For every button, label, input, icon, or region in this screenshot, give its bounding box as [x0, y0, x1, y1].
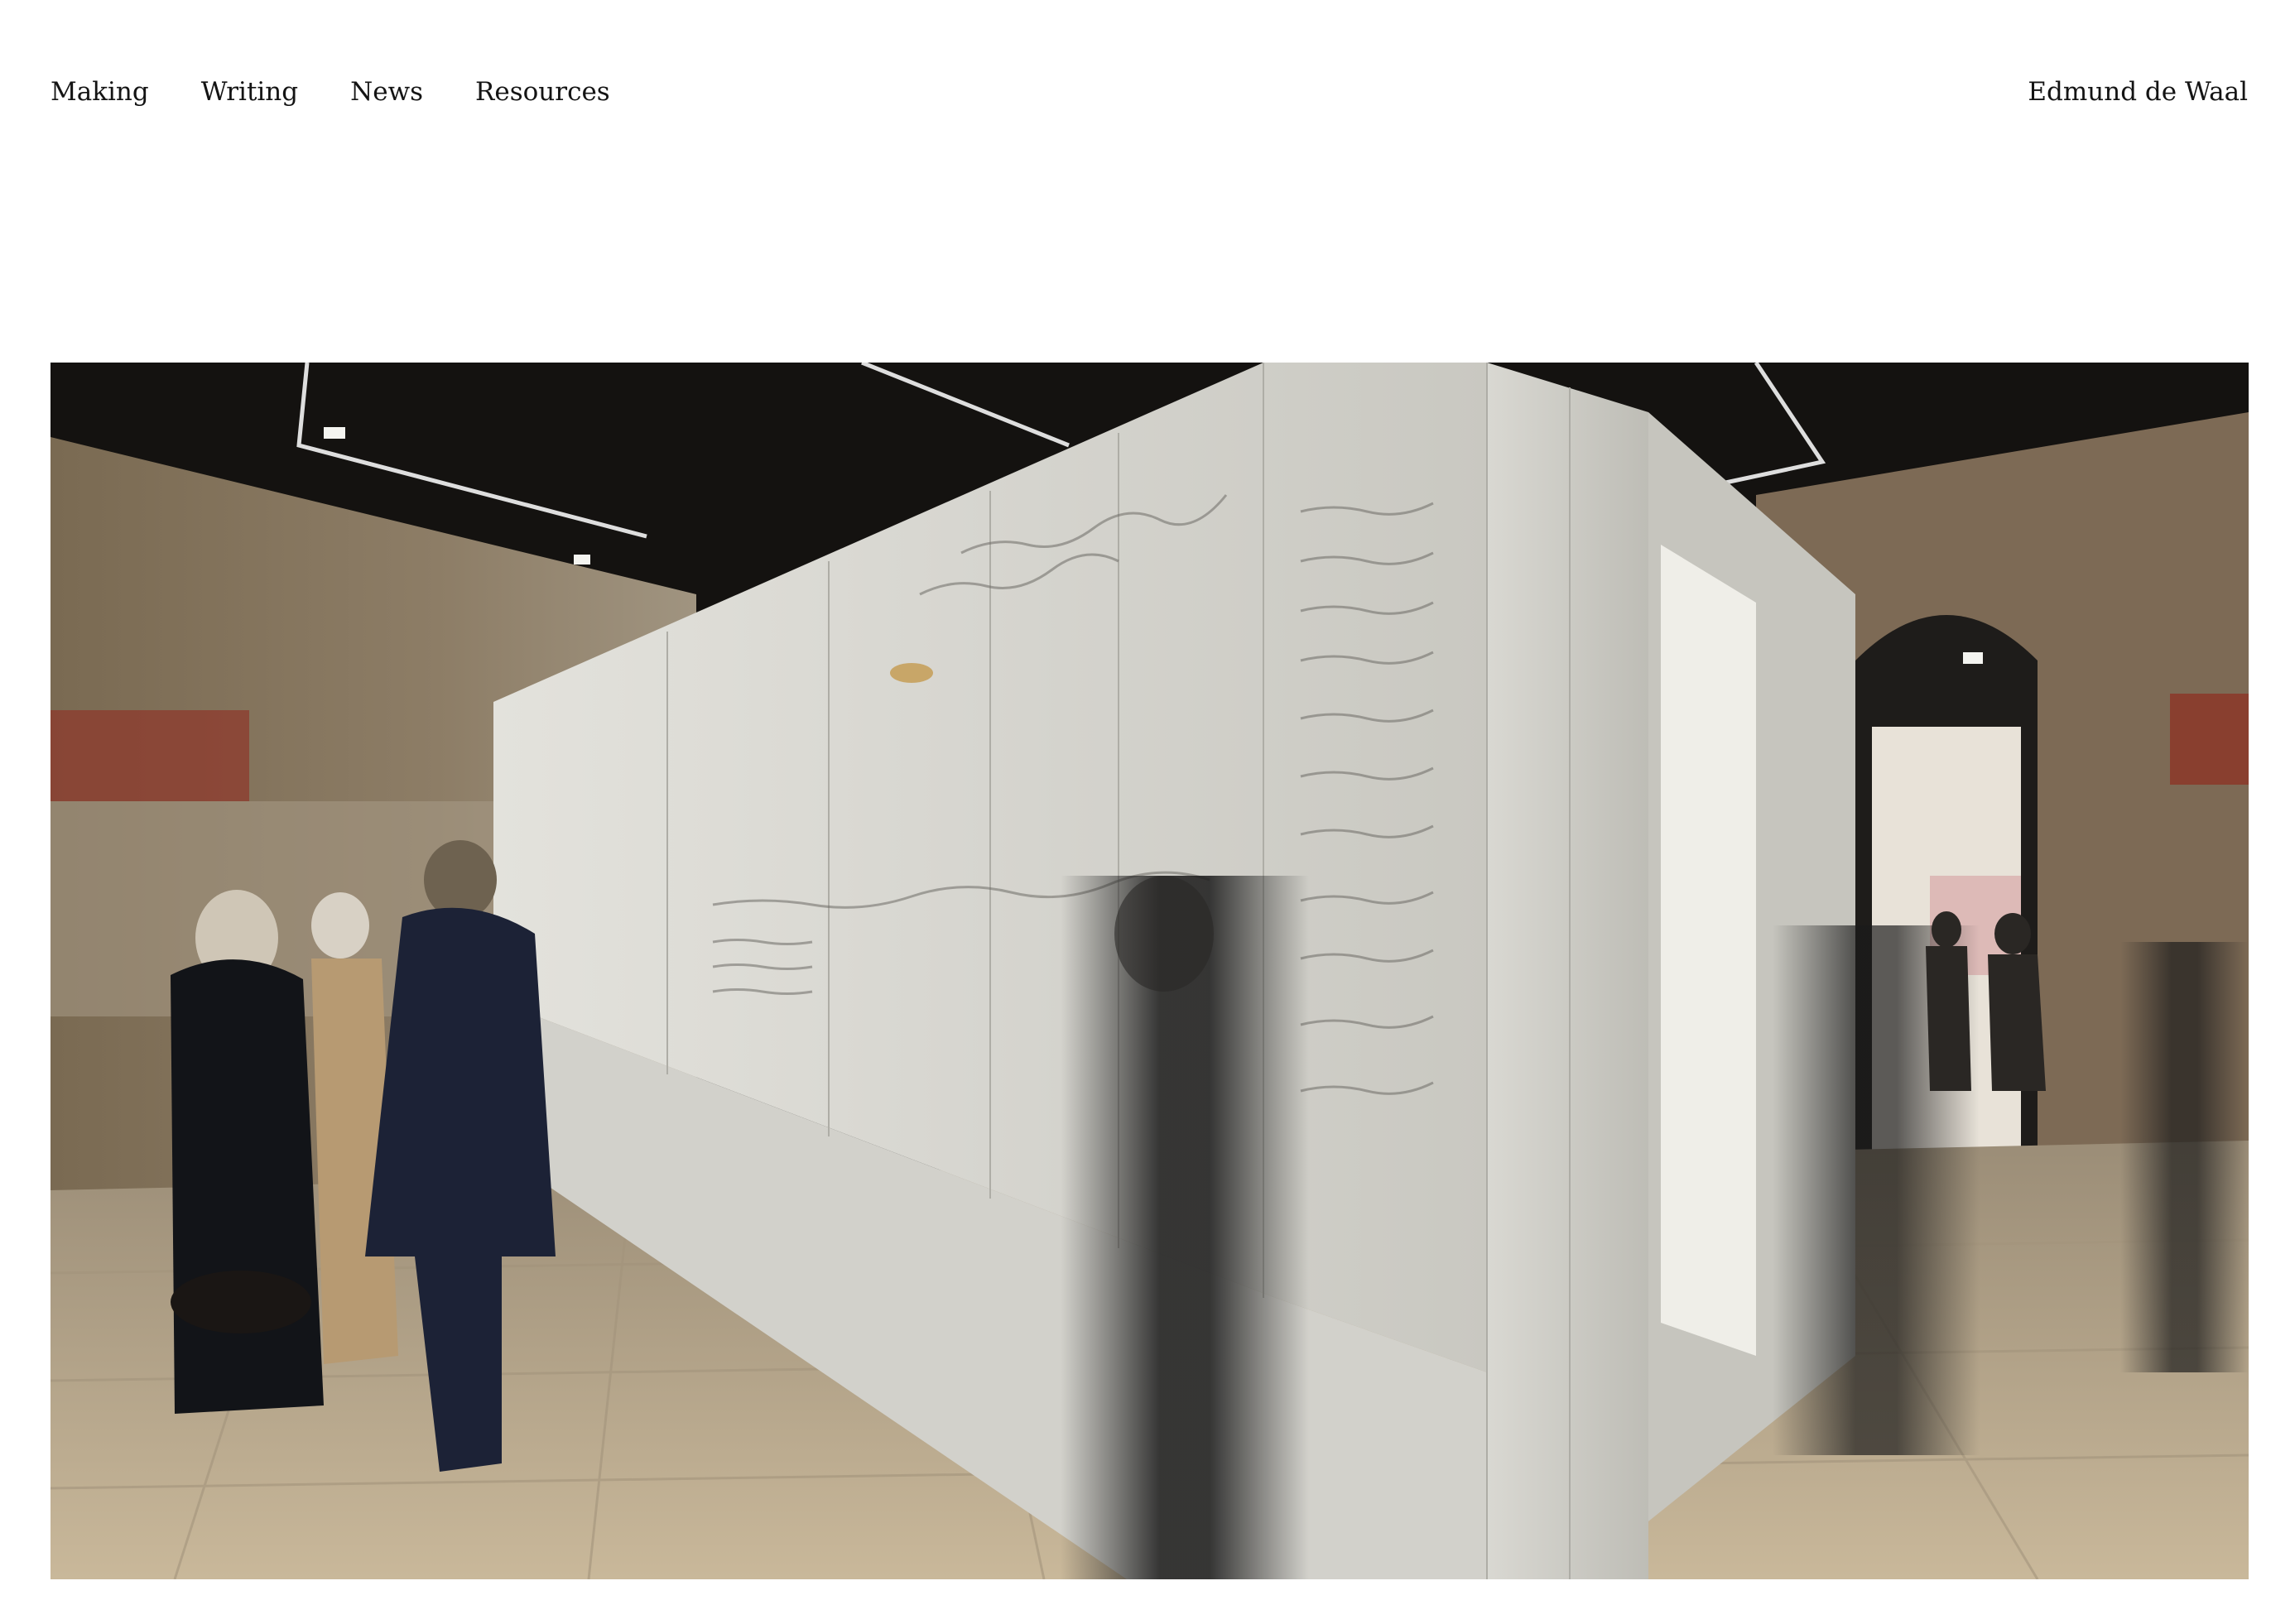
gallery-photograph	[51, 363, 2249, 1579]
nav-writing[interactable]: Writing	[201, 73, 298, 111]
nav-news[interactable]: News	[350, 73, 423, 111]
site-title[interactable]: Edmund de Waal	[2028, 73, 2248, 111]
nav-resources[interactable]: Resources	[475, 73, 610, 111]
nav-making[interactable]: Making	[51, 73, 149, 111]
hero-image	[51, 363, 2249, 1579]
main-nav: Making Writing News Resources	[51, 73, 610, 111]
